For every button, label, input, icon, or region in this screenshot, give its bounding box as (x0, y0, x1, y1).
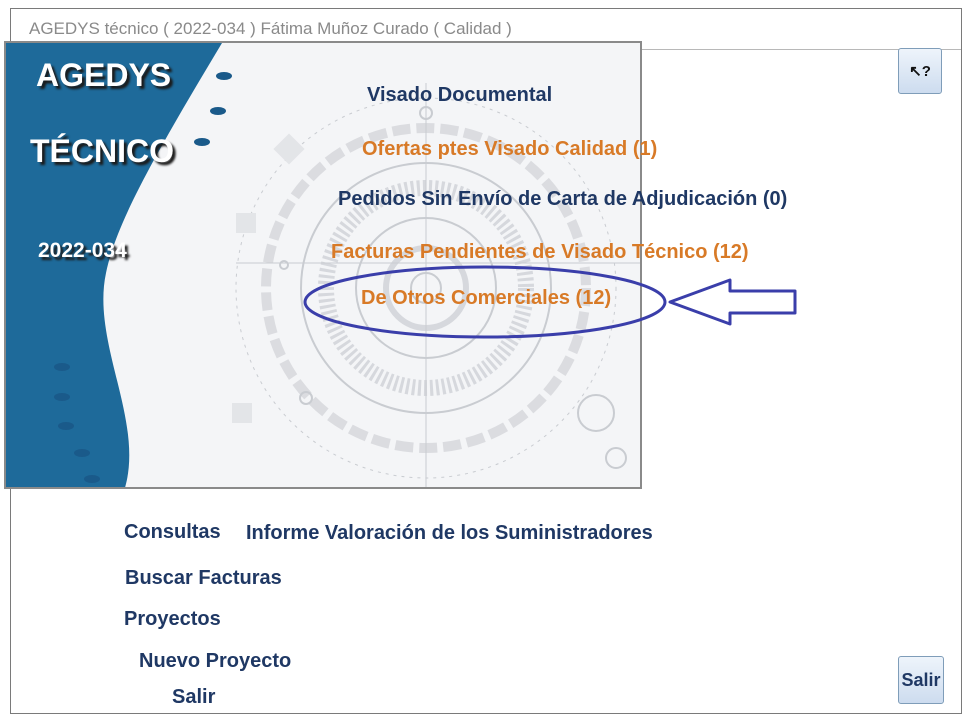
link-proyectos[interactable]: Proyectos (124, 608, 221, 631)
banner-background (6, 43, 640, 487)
link-buscar-facturas[interactable]: Buscar Facturas (125, 567, 282, 590)
banner-title-tecnico: TÉCNICO (30, 133, 174, 169)
link-nuevo-proyecto[interactable]: Nuevo Proyecto (139, 650, 291, 673)
blue-wave-shape (6, 43, 222, 487)
link-informe-valoracion[interactable]: Informe Valoración de los Suministradore… (246, 522, 653, 545)
link-facturas-pendientes[interactable]: Facturas Pendientes de Visado Técnico (1… (331, 241, 749, 264)
banner-image: AGEDYS TÉCNICO 2022-034 (4, 41, 642, 489)
link-otros-comerciales[interactable]: De Otros Comerciales (12) (361, 287, 611, 310)
link-ofertas-visado-calidad[interactable]: Ofertas ptes Visado Calidad (1) (362, 138, 657, 161)
salir-button[interactable]: Salir (898, 656, 944, 704)
link-visado-documental[interactable]: Visado Documental (367, 84, 552, 107)
banner-project-code: 2022-034 (38, 239, 127, 262)
link-salir[interactable]: Salir (172, 686, 215, 709)
help-button[interactable]: ↖? (898, 48, 942, 94)
link-pedidos-sin-envio[interactable]: Pedidos Sin Envío de Carta de Adjudicaci… (338, 188, 787, 211)
help-pointer-icon: ↖? (909, 63, 931, 80)
banner-title-agedys: AGEDYS (36, 57, 172, 93)
link-consultas[interactable]: Consultas (124, 521, 221, 544)
